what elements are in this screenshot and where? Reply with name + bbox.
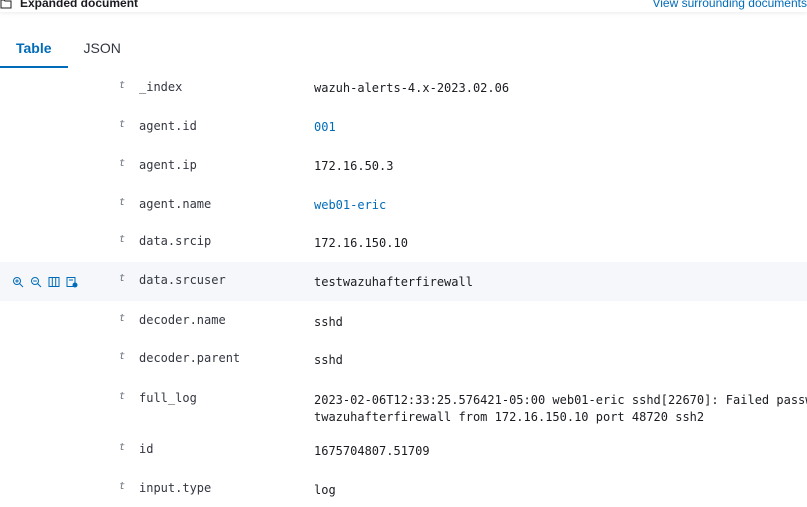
toggle-column-icon[interactable] bbox=[48, 276, 60, 288]
field-value: sshd bbox=[314, 315, 343, 329]
table-row: t data.srcip 172.16.150.10 bbox=[0, 223, 807, 262]
field-name: id bbox=[139, 442, 154, 456]
string-type-icon: t bbox=[119, 273, 126, 284]
field-value: sshd bbox=[314, 353, 343, 367]
field-value-line-1: 2023-02-06T12:33:25.576421-05:00 web01-e… bbox=[314, 393, 807, 407]
view-surrounding-documents-link[interactable]: View surrounding documents bbox=[652, 0, 807, 10]
field-name: data.srcip bbox=[139, 234, 212, 248]
table-row: t agent.name web01-eric bbox=[0, 185, 807, 223]
filter-out-value-icon[interactable] bbox=[30, 276, 42, 288]
table-row: t id 1675704807.51709 bbox=[0, 438, 807, 476]
string-type-icon: t bbox=[119, 481, 126, 492]
tab-table[interactable]: Table bbox=[0, 28, 68, 68]
table-row: t input.type log bbox=[0, 476, 807, 507]
field-name: decoder.parent bbox=[139, 351, 241, 365]
document-icon bbox=[0, 0, 12, 9]
table-row: t agent.ip 172.16.50.3 bbox=[0, 146, 807, 185]
flyout-title-text: Expanded document bbox=[20, 0, 139, 10]
field-name: input.type bbox=[139, 481, 212, 495]
field-name: _index bbox=[139, 80, 183, 94]
flyout-header: Expanded document View surrounding docum… bbox=[0, 0, 807, 12]
doc-view-tabs: Table JSON bbox=[0, 28, 137, 68]
table-row: t decoder.name sshd bbox=[0, 301, 807, 339]
filter-exists-icon[interactable] bbox=[66, 276, 78, 288]
string-type-icon: t bbox=[119, 80, 126, 91]
table-row: t _index wazuh-alerts-4.x-2023.02.06 bbox=[0, 68, 807, 107]
field-value-line-2: twazuhafterfirewall from 172.16.150.10 p… bbox=[314, 410, 705, 424]
string-type-icon: t bbox=[119, 234, 126, 245]
flyout-title: Expanded document bbox=[0, 0, 138, 10]
field-value: 1675704807.51709 bbox=[314, 444, 430, 458]
table-row: t decoder.parent sshd bbox=[0, 339, 807, 379]
row-actions bbox=[12, 276, 78, 288]
field-name: decoder.name bbox=[139, 313, 226, 327]
field-name: agent.name bbox=[139, 197, 212, 211]
string-type-icon: t bbox=[119, 442, 126, 453]
string-type-icon: t bbox=[119, 119, 126, 130]
field-value: 172.16.50.3 bbox=[314, 159, 394, 173]
field-value: log bbox=[314, 483, 336, 497]
string-type-icon: t bbox=[119, 391, 126, 402]
field-name: agent.id bbox=[139, 119, 197, 133]
table-row: t agent.id 001 bbox=[0, 107, 807, 146]
field-value-link[interactable]: 001 bbox=[314, 119, 336, 136]
string-type-icon: t bbox=[119, 313, 126, 324]
field-value-link[interactable]: web01-eric bbox=[314, 197, 386, 214]
tab-json[interactable]: JSON bbox=[68, 28, 137, 68]
string-type-icon: t bbox=[119, 158, 126, 169]
filter-for-value-icon[interactable] bbox=[12, 276, 24, 288]
string-type-icon: t bbox=[119, 197, 126, 208]
table-row: t data.srcuser testwazuhafterfirewall bbox=[0, 262, 807, 301]
field-value: wazuh-alerts-4.x-2023.02.06 bbox=[314, 81, 510, 95]
table-row: t full_log 2023-02-06T12:33:25.576421-05… bbox=[0, 379, 807, 438]
field-name: agent.ip bbox=[139, 158, 197, 172]
field-name: data.srcuser bbox=[139, 273, 226, 287]
string-type-icon: t bbox=[119, 351, 126, 362]
field-value: testwazuhafterfirewall bbox=[314, 275, 473, 289]
field-value: 172.16.150.10 bbox=[314, 236, 408, 250]
field-name: full_log bbox=[139, 391, 197, 405]
